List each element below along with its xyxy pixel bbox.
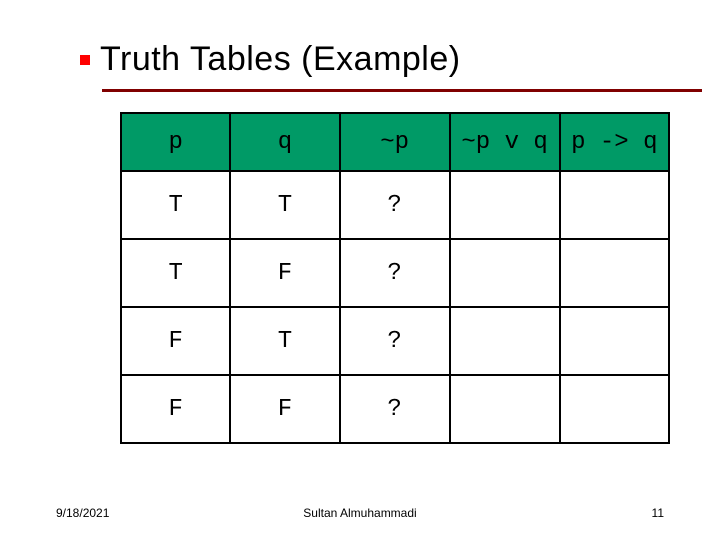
cell <box>450 171 560 239</box>
cell: ? <box>340 171 450 239</box>
cell: ? <box>340 375 450 443</box>
title-bullet-icon <box>80 55 90 65</box>
cell: F <box>121 307 230 375</box>
col-q: q <box>230 113 339 171</box>
cell: T <box>230 307 339 375</box>
cell <box>560 171 669 239</box>
footer: 9/18/2021 Sultan Almuhammadi 11 <box>0 506 720 520</box>
table-row: T F ? <box>121 239 669 307</box>
slide-title: Truth Tables (Example) <box>100 40 461 79</box>
title-underline <box>102 89 702 92</box>
cell: ? <box>340 239 450 307</box>
cell: F <box>121 375 230 443</box>
cell <box>560 375 669 443</box>
col-not-p-or-q: ~p v q <box>450 113 560 171</box>
col-not-p: ~p <box>340 113 450 171</box>
cell: F <box>230 239 339 307</box>
cell <box>450 307 560 375</box>
cell: T <box>230 171 339 239</box>
cell: T <box>121 171 230 239</box>
cell: F <box>230 375 339 443</box>
slide: Truth Tables (Example) p q ~p ~p v q p -… <box>0 0 720 540</box>
col-p-implies-q: p -> q <box>560 113 669 171</box>
table-row: T T ? <box>121 171 669 239</box>
cell <box>450 239 560 307</box>
col-p: p <box>121 113 230 171</box>
truth-table-wrap: p q ~p ~p v q p -> q T T ? T F <box>120 112 670 444</box>
cell <box>450 375 560 443</box>
table-header-row: p q ~p ~p v q p -> q <box>121 113 669 171</box>
footer-author: Sultan Almuhammadi <box>303 506 416 520</box>
table-row: F T ? <box>121 307 669 375</box>
cell <box>560 307 669 375</box>
table-row: F F ? <box>121 375 669 443</box>
footer-date: 9/18/2021 <box>56 506 109 520</box>
footer-page-number: 11 <box>652 506 664 520</box>
title-row: Truth Tables (Example) <box>80 40 670 79</box>
cell: ? <box>340 307 450 375</box>
cell <box>560 239 669 307</box>
truth-table: p q ~p ~p v q p -> q T T ? T F <box>120 112 670 444</box>
cell: T <box>121 239 230 307</box>
